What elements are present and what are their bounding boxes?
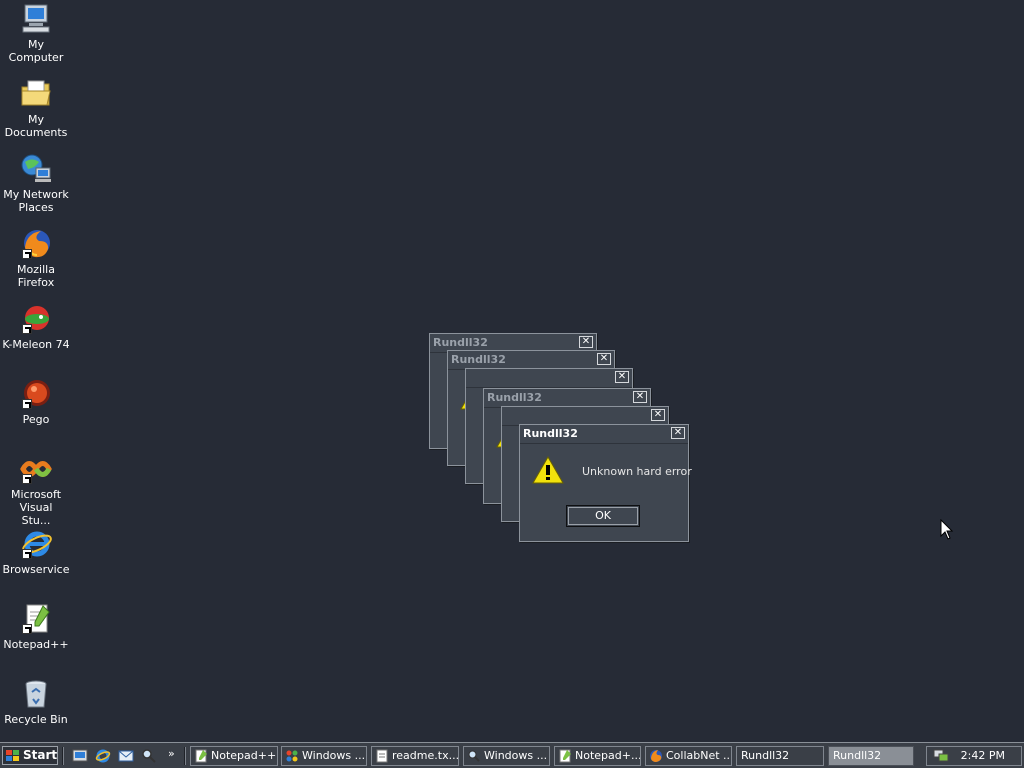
desktop-icon-k-meleon[interactable]: K-Meleon 74 bbox=[0, 302, 72, 351]
close-button[interactable]: ✕ bbox=[651, 409, 665, 421]
shortcut-arrow-icon bbox=[22, 324, 32, 334]
error-dialog-active[interactable]: Rundll32 ✕ Unknown hard error OK bbox=[519, 424, 692, 542]
desktop-icon-label: Notepad++ bbox=[3, 638, 69, 651]
dialog-title bbox=[466, 369, 632, 388]
shortcut-arrow-icon bbox=[22, 399, 32, 409]
desktop-icon-label: Browservice bbox=[2, 563, 70, 576]
start-button[interactable]: Start bbox=[2, 746, 58, 765]
firefox-icon bbox=[650, 750, 662, 762]
windows-logo-icon bbox=[6, 750, 19, 761]
outlook-icon[interactable] bbox=[118, 748, 134, 764]
start-label: Start bbox=[23, 748, 58, 762]
warning-icon bbox=[532, 455, 564, 484]
network-icon bbox=[19, 152, 53, 186]
taskbar-button-rundll32-active[interactable]: Rundll32 bbox=[828, 746, 914, 766]
clock[interactable]: 2:42 PM bbox=[961, 747, 1005, 765]
kmeleon-icon bbox=[19, 302, 53, 336]
desktop-icon-label: Recycle Bin bbox=[4, 713, 68, 726]
desktop-icon-my-network-places[interactable]: My Network Places bbox=[0, 152, 72, 214]
close-button[interactable]: ✕ bbox=[615, 371, 629, 383]
quicklaunch-overflow-icon[interactable]: » bbox=[168, 747, 175, 760]
desktop-icon-label: Mozilla Firefox bbox=[17, 263, 55, 289]
desktop-icon-pego[interactable]: Pego bbox=[0, 377, 72, 426]
taskbar-button-notepadpp[interactable]: Notepad++ bbox=[190, 746, 278, 766]
visual-studio-icon bbox=[19, 452, 53, 486]
close-button[interactable]: ✕ bbox=[597, 353, 611, 365]
desktop-icon-my-documents[interactable]: My Documents bbox=[0, 77, 72, 139]
ie-icon bbox=[19, 527, 53, 561]
taskbar-button-windows-explorer[interactable]: Windows ... bbox=[281, 746, 367, 766]
taskbar: Start » Notepad++ Windows ... readme.tx.… bbox=[0, 742, 1024, 768]
taskbar-button-readme[interactable]: readme.tx... bbox=[371, 746, 459, 766]
taskbar-button-collabnet[interactable]: CollabNet ... bbox=[645, 746, 732, 766]
desktop-icon-label: My Network Places bbox=[3, 188, 69, 214]
search-icon[interactable] bbox=[141, 748, 157, 764]
notepadpp-icon bbox=[19, 602, 53, 636]
desktop-icon-recycle-bin[interactable]: Recycle Bin bbox=[0, 677, 72, 726]
recycle-bin-icon bbox=[19, 677, 53, 711]
desktop-icon-label: My Documents bbox=[4, 113, 68, 139]
close-button[interactable]: ✕ bbox=[671, 427, 685, 439]
desktop-icon-label: Pego bbox=[22, 413, 50, 426]
notepadpp-icon bbox=[559, 749, 571, 763]
desktop-icon-label: K-Meleon 74 bbox=[2, 338, 70, 351]
ok-button[interactable]: OK bbox=[566, 505, 640, 527]
desktop-icon-browservice[interactable]: Browservice bbox=[0, 527, 72, 576]
close-button[interactable]: ✕ bbox=[633, 391, 647, 403]
taskbar-separator bbox=[184, 747, 186, 765]
desktop-icon-label: My Computer bbox=[8, 38, 64, 64]
dialog-title: Rundll32 bbox=[520, 425, 688, 444]
taskbar-button-notepadpp-2[interactable]: Notepad+... bbox=[554, 746, 641, 766]
system-tray: 2:42 PM bbox=[926, 746, 1022, 766]
taskbar-button-rundll32[interactable]: Rundll32 bbox=[736, 746, 824, 766]
shortcut-arrow-icon bbox=[22, 249, 32, 259]
windows-explorer-icon bbox=[286, 750, 298, 762]
desktop-icon-mozilla-firefox[interactable]: Mozilla Firefox bbox=[0, 227, 72, 289]
taskbar-button-windows-search[interactable]: Windows ... bbox=[463, 746, 550, 766]
network-tray-icon[interactable] bbox=[933, 749, 949, 763]
desktop-icon-visual-studio[interactable]: Microsoft Visual Stu... bbox=[0, 452, 72, 527]
desktop-icon-label: Microsoft Visual Stu... bbox=[10, 488, 62, 527]
close-button[interactable]: ✕ bbox=[579, 336, 593, 348]
mouse-cursor-icon bbox=[940, 519, 954, 540]
taskbar-separator bbox=[62, 747, 64, 765]
shortcut-arrow-icon bbox=[22, 624, 32, 634]
computer-icon bbox=[19, 2, 53, 36]
firefox-icon bbox=[19, 227, 53, 261]
pego-icon bbox=[19, 377, 53, 411]
shortcut-arrow-icon bbox=[22, 474, 32, 484]
text-file-icon bbox=[376, 749, 388, 763]
desktop-icon-my-computer[interactable]: My Computer bbox=[0, 2, 72, 64]
show-desktop-icon[interactable] bbox=[72, 748, 88, 764]
notepadpp-icon bbox=[195, 749, 207, 763]
shortcut-arrow-icon bbox=[22, 549, 32, 559]
folder-icon bbox=[19, 77, 53, 111]
search-icon bbox=[468, 750, 480, 762]
ie-icon[interactable] bbox=[95, 748, 111, 764]
error-message: Unknown hard error bbox=[582, 465, 692, 478]
desktop-icon-notepadpp[interactable]: Notepad++ bbox=[0, 602, 72, 651]
